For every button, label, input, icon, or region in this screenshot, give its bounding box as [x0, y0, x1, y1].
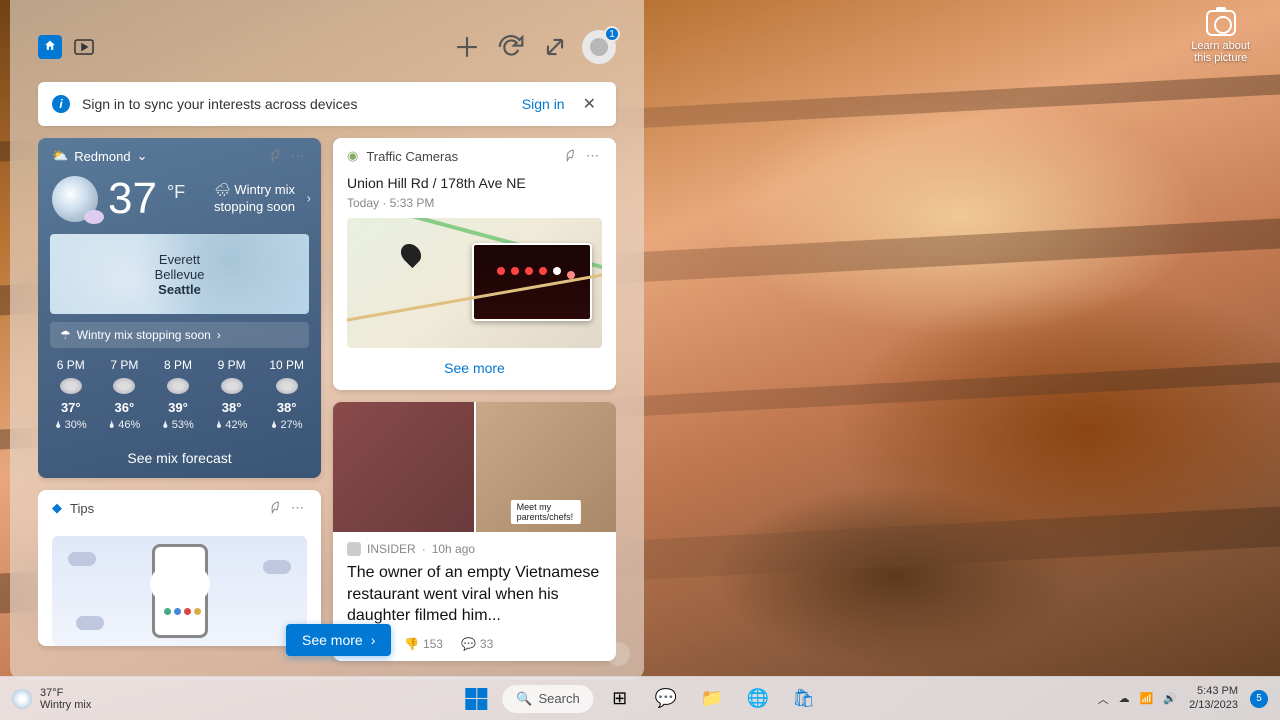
weather-unit: °F: [167, 182, 185, 203]
add-widget-button[interactable]: [450, 30, 484, 64]
tips-header: Tips: [70, 501, 94, 516]
widgets-header: 1: [38, 30, 616, 64]
news-image-caption: Meet my parents/chefs!: [511, 500, 581, 524]
map-marker-icon: [397, 240, 425, 268]
hourly-forecast: 6 PM37°🌢 30% 7 PM36°🌢 46% 8 PM39°🌢 53% 9…: [38, 348, 321, 438]
tips-widget[interactable]: ◆ Tips ⋯: [38, 490, 321, 646]
refresh-button[interactable]: [494, 30, 528, 64]
taskbar: 37°F Wintry mix 🔍 Search ⊞ 💬 📁 🌐 🛍 ︿ ☁ 📶…: [0, 676, 1280, 720]
expand-button[interactable]: [538, 30, 572, 64]
wifi-icon[interactable]: 📶: [1140, 692, 1154, 705]
news-source: INSIDER: [367, 542, 416, 556]
chevron-right-icon: ›: [371, 632, 376, 648]
news-age: 10h ago: [432, 542, 475, 556]
pin-icon[interactable]: [267, 148, 283, 164]
taskbar-weather[interactable]: 37°F Wintry mix: [12, 687, 91, 711]
hourly-item[interactable]: 10 PM38°🌢 27%: [269, 358, 304, 432]
signin-text: Sign in to sync your interests across de…: [82, 96, 510, 112]
comment-icon: 💬: [461, 637, 476, 651]
chevron-right-icon: ›: [307, 191, 311, 208]
learn-about-picture-button[interactable]: Learn about this picture: [1191, 10, 1250, 64]
weather-see-forecast[interactable]: See mix forecast: [38, 438, 321, 478]
traffic-camera-icon: ◉: [347, 148, 358, 164]
thumbs-down-icon: 👎: [404, 637, 419, 651]
signin-link[interactable]: Sign in: [522, 96, 565, 112]
traffic-camera-thumbnail[interactable]: [472, 243, 592, 321]
traffic-timestamp: Today · 5:33 PM: [347, 196, 602, 210]
weather-location-selector[interactable]: ⛅ Redmond ⌄: [52, 148, 147, 164]
signin-banner: i Sign in to sync your interests across …: [38, 82, 616, 126]
more-icon[interactable]: ⋯: [291, 148, 307, 164]
weather-temp: 37: [108, 174, 157, 224]
store-button[interactable]: 🛍: [784, 681, 824, 717]
taskbar-clock[interactable]: 5:43 PM 2/13/2023: [1189, 685, 1238, 711]
hourly-item[interactable]: 9 PM38°🌢 42%: [216, 358, 248, 432]
traffic-header: Traffic Cameras: [366, 149, 458, 164]
system-tray[interactable]: ︿ ☁ 📶 🔊: [1098, 691, 1177, 707]
notification-badge[interactable]: 5: [1250, 690, 1268, 708]
weather-location: Redmond: [74, 149, 130, 164]
start-button[interactable]: [456, 681, 496, 717]
hourly-item[interactable]: 8 PM39°🌢 53%: [162, 358, 194, 432]
edge-button[interactable]: 🌐: [738, 681, 778, 717]
news-images: Meet my parents/chefs!: [333, 402, 616, 532]
hourly-item[interactable]: 6 PM37°🌢 30%: [55, 358, 87, 432]
video-icon[interactable]: [72, 35, 96, 59]
home-icon[interactable]: [38, 35, 62, 59]
more-icon[interactable]: ⋯: [586, 148, 602, 164]
news-card[interactable]: Meet my parents/chefs! INSIDER · 10h ago…: [333, 402, 616, 661]
hourly-item[interactable]: 7 PM36°🌢 46%: [109, 358, 141, 432]
traffic-location: Union Hill Rd / 178th Ave NE: [347, 174, 602, 192]
close-icon[interactable]: ✕: [577, 94, 602, 114]
dislike-button[interactable]: 👎153: [404, 637, 443, 651]
file-explorer-button[interactable]: 📁: [692, 681, 732, 717]
weather-widget[interactable]: ⛅ Redmond ⌄ ⋯ 37 °F 🌧 Wintry mix stop: [38, 138, 321, 478]
volume-icon[interactable]: 🔊: [1163, 692, 1177, 705]
chevron-up-icon[interactable]: ︿: [1098, 691, 1109, 707]
chevron-down-icon: ⌄: [137, 148, 148, 164]
traffic-see-more[interactable]: See more: [347, 348, 602, 376]
info-icon: i: [52, 95, 70, 113]
weather-map[interactable]: Everett Bellevue Seattle: [50, 234, 309, 314]
umbrella-icon: ☂: [60, 328, 71, 342]
pin-icon[interactable]: [267, 500, 283, 516]
comment-button[interactable]: 💬33: [461, 637, 493, 651]
weather-sun-icon: ⛅: [52, 148, 68, 164]
tips-illustration: [52, 536, 307, 646]
pin-icon[interactable]: [562, 148, 578, 164]
learn-label-1: Learn about: [1191, 40, 1250, 52]
learn-label-2: this picture: [1191, 52, 1250, 64]
widgets-panel: 1 i Sign in to sync your interests acros…: [10, 0, 644, 680]
user-avatar[interactable]: 1: [582, 30, 616, 64]
news-source-row: INSIDER · 10h ago: [347, 542, 602, 556]
news-source-icon: [347, 542, 361, 556]
avatar-badge: 1: [604, 26, 620, 42]
weather-condition-icon: [52, 176, 98, 222]
onedrive-icon[interactable]: ☁: [1119, 692, 1130, 705]
traffic-map[interactable]: [347, 218, 602, 348]
search-icon: 🔍: [516, 691, 532, 707]
chevron-right-icon: ›: [217, 328, 221, 342]
camera-icon: [1206, 10, 1236, 36]
more-icon[interactable]: ⋯: [291, 500, 307, 516]
see-more-button[interactable]: See more ›: [286, 624, 391, 656]
news-headline[interactable]: The owner of an empty Vietnamese restaur…: [347, 562, 602, 627]
weather-summary[interactable]: 🌧 Wintry mix stopping soon ›: [214, 182, 307, 216]
task-view-button[interactable]: ⊞: [600, 681, 640, 717]
tips-icon: ◆: [52, 500, 62, 516]
taskbar-search[interactable]: 🔍 Search: [502, 685, 593, 713]
traffic-widget[interactable]: ◉ Traffic Cameras ⋯ Union Hill Rd / 178t…: [333, 138, 616, 390]
weather-alert-banner[interactable]: ☂ Wintry mix stopping soon ›: [50, 322, 309, 348]
taskbar-weather-temp: 37°F: [40, 687, 91, 699]
taskbar-weather-cond: Wintry mix: [40, 699, 91, 711]
chat-button[interactable]: 💬: [646, 681, 686, 717]
weather-icon: [12, 689, 32, 709]
